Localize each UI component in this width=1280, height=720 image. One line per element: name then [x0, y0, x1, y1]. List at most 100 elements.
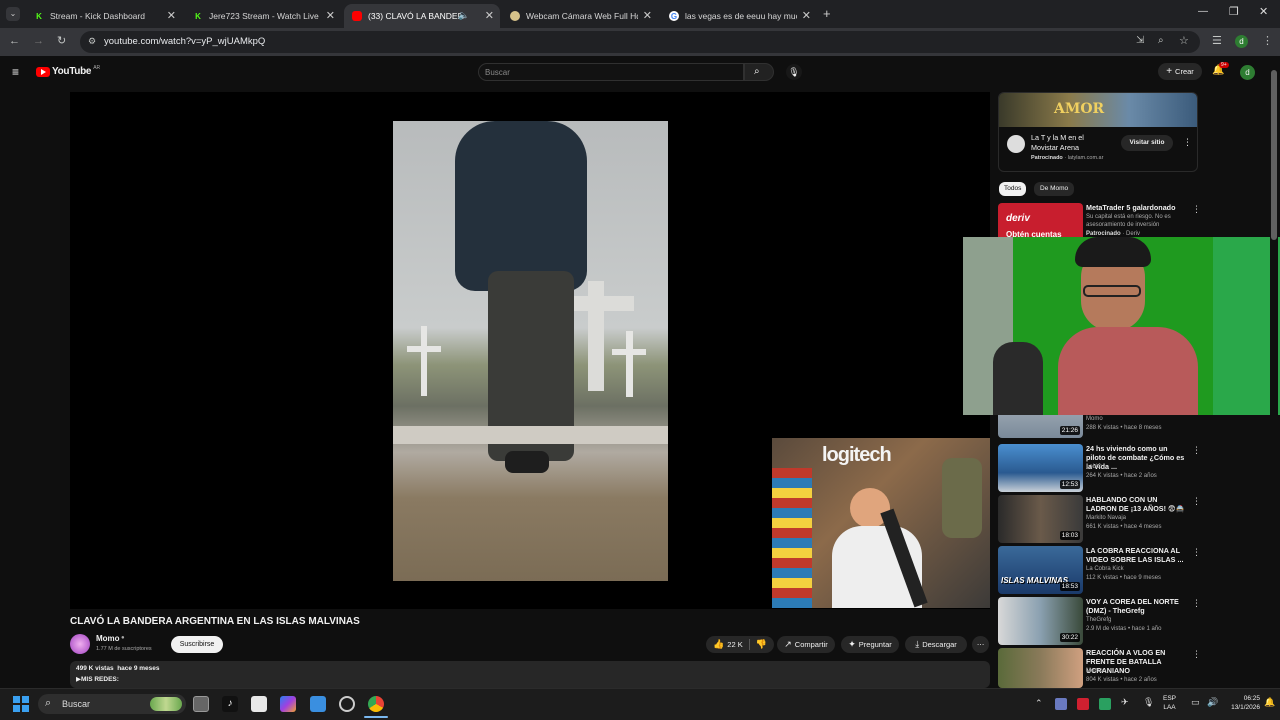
- youtube-icon: [352, 11, 362, 21]
- zoom-icon[interactable]: ⌕: [1158, 35, 1164, 46]
- bookmark-star-icon[interactable]: ☆: [1179, 34, 1189, 47]
- taskbar-search[interactable]: ⌕ Buscar: [38, 694, 186, 714]
- url-text[interactable]: youtube.com/watch?v=yP_wjUAMkpQ: [104, 36, 265, 47]
- more-actions-icon[interactable]: ⋮: [1192, 649, 1201, 660]
- thumbs-up-icon[interactable]: 👍: [713, 639, 724, 650]
- tray-app-icon[interactable]: [1099, 698, 1111, 710]
- video-list-item[interactable]: 18:03 HABLANDO CON UN LADRON DE ¡13 AÑOS…: [998, 495, 1201, 543]
- browser-tab-strip: ⌄ K Stream - Kick Dashboard ✕ K Jere723 …: [0, 0, 1280, 28]
- search-button[interactable]: ⌕: [744, 63, 774, 81]
- tiktok-icon[interactable]: ♪: [222, 696, 238, 712]
- channel-name-main[interactable]: Momo: [96, 634, 120, 643]
- reading-list-icon[interactable]: ☰: [1212, 34, 1222, 47]
- window-close-icon[interactable]: ✕: [1259, 5, 1268, 18]
- maximize-icon[interactable]: ❐: [1229, 5, 1239, 18]
- speaker-icon[interactable]: 🔈: [458, 10, 469, 21]
- site-info-icon[interactable]: ⚙: [88, 36, 96, 47]
- file-icon[interactable]: [251, 696, 267, 712]
- close-icon[interactable]: ✕: [326, 9, 335, 22]
- network-icon[interactable]: ✈: [1121, 697, 1129, 708]
- scrollbar-thumb[interactable]: [1271, 70, 1277, 240]
- close-icon[interactable]: ✕: [802, 9, 811, 22]
- share-button[interactable]: ↗ Compartir: [777, 636, 835, 653]
- forward-icon[interactable]: →: [33, 35, 44, 47]
- tab-webcam[interactable]: Webcam Cámara Web Full Hd 1 ✕: [502, 4, 658, 28]
- duration-badge: 21:26: [1059, 426, 1080, 435]
- more-actions-icon[interactable]: ⋮: [1192, 445, 1201, 456]
- store-icon[interactable]: [310, 696, 326, 712]
- clock[interactable]: 06:25 13/1/2026: [1226, 694, 1260, 712]
- address-bar[interactable]: ⚙ youtube.com/watch?v=yP_wjUAMkpQ ⇲ ⌕ ☆: [80, 31, 1200, 53]
- profile-avatar[interactable]: d: [1235, 35, 1248, 48]
- description-box[interactable]: 499 K vistas hace 9 meses ▶MIS REDES:: [70, 661, 990, 688]
- keyboard-language[interactable]: ESP LAA: [1163, 694, 1176, 712]
- tray-app-icon[interactable]: [1055, 698, 1067, 710]
- channel-avatar[interactable]: [70, 634, 90, 654]
- tab-label: las vegas es de eeuu hay much: [685, 11, 797, 21]
- like-count[interactable]: 22 K: [727, 640, 742, 649]
- create-button[interactable]: + Crear: [1158, 63, 1202, 80]
- minimize-icon[interactable]: —: [1198, 6, 1208, 17]
- youtube-logo[interactable]: YouTube AR: [36, 65, 100, 77]
- close-icon[interactable]: ✕: [485, 9, 494, 22]
- chrome-icon[interactable]: [368, 696, 384, 712]
- ad-more-icon[interactable]: ⋮: [1183, 137, 1192, 148]
- notification-bell-icon[interactable]: 🔔: [1264, 697, 1275, 708]
- close-icon[interactable]: ✕: [643, 9, 652, 22]
- voice-search-button[interactable]: 🎙: [786, 64, 802, 80]
- monitor-icon[interactable]: ▭: [1191, 697, 1200, 708]
- google-icon: G: [669, 11, 679, 21]
- tab-kick-dashboard[interactable]: K Stream - Kick Dashboard ✕: [26, 4, 182, 28]
- more-actions-button[interactable]: ⋯: [972, 636, 989, 653]
- close-icon[interactable]: ✕: [167, 9, 176, 22]
- search-input[interactable]: Buscar: [478, 63, 744, 81]
- tab-google-search[interactable]: G las vegas es de eeuu hay much ✕: [661, 4, 817, 28]
- video-list-item[interactable]: ISLAS MALVINAS 18:53 LA COBRA REACCIONA …: [998, 546, 1201, 594]
- download-button[interactable]: ⤓ Descargar: [905, 636, 967, 653]
- menu-kebab-icon[interactable]: ⋮: [1262, 34, 1273, 47]
- tab-label: Webcam Cámara Web Full Hd 1: [526, 11, 638, 21]
- browser-toolbar: ← → ↻ ⚙ youtube.com/watch?v=yP_wjUAMkpQ …: [0, 28, 1280, 56]
- video-frame[interactable]: [393, 121, 668, 581]
- chip-from-channel[interactable]: De Momo: [1034, 182, 1075, 196]
- video-list-item[interactable]: REACCIÓN A VLOG EN FRENTE DE BATALLA UCR…: [998, 648, 1201, 688]
- new-tab-icon[interactable]: +: [823, 6, 831, 21]
- download-icon: ⤓: [915, 639, 920, 649]
- video-list-item[interactable]: 12:53 24 hs viviendo como un piloto de c…: [998, 444, 1201, 492]
- tray-app-icon[interactable]: [1077, 698, 1089, 710]
- microphone-icon[interactable]: 🎙: [1143, 697, 1154, 708]
- page-scrollbar[interactable]: [1270, 60, 1278, 688]
- subscribe-button[interactable]: Suscribirse: [171, 636, 223, 653]
- tab-kick-stream[interactable]: K Jere723 Stream - Watch Live on ✕: [185, 4, 341, 28]
- more-actions-icon[interactable]: ⋮: [1192, 547, 1201, 558]
- video-title: VOY A COREA DEL NORTE (DMZ) - TheGrefg: [1086, 597, 1179, 615]
- task-view-icon[interactable]: [193, 696, 209, 712]
- chip-all[interactable]: Todos: [999, 182, 1027, 196]
- reload-icon[interactable]: ↻: [57, 34, 66, 47]
- person-jacket: [455, 121, 587, 291]
- tab-search-icon[interactable]: ⌄: [6, 7, 20, 21]
- back-icon[interactable]: ←: [9, 35, 20, 47]
- ad-card[interactable]: AMOR La T y la M en el Movistar Arena Pa…: [998, 92, 1198, 172]
- visit-site-button[interactable]: Visitar sitio: [1121, 135, 1173, 151]
- volume-icon[interactable]: 🔊: [1207, 697, 1218, 708]
- duration-badge: 18:03: [1059, 531, 1080, 540]
- video-meta: 2.9 M de vistas • hace 1 año: [1086, 626, 1162, 632]
- windows-start-icon[interactable]: [13, 696, 29, 712]
- hamburger-menu-icon[interactable]: ≡: [12, 65, 19, 79]
- video-title-main: CLAVÓ LA BANDERA ARGENTINA EN LAS ISLAS …: [70, 616, 360, 627]
- install-app-icon[interactable]: ⇲: [1136, 35, 1144, 46]
- copilot-icon[interactable]: [280, 696, 296, 712]
- video-list-item[interactable]: 30:22 VOY A COREA DEL NORTE (DMZ) - TheG…: [998, 597, 1201, 645]
- more-actions-icon[interactable]: ⋮: [1192, 598, 1201, 609]
- more-actions-icon[interactable]: ⋮: [1192, 204, 1201, 215]
- tray-chevron-icon[interactable]: ⌃: [1035, 698, 1043, 709]
- more-actions-icon[interactable]: ⋮: [1192, 496, 1201, 507]
- account-avatar[interactable]: d: [1240, 65, 1255, 80]
- logitech-sign: logitech: [822, 444, 892, 466]
- thumbs-down-icon[interactable]: 👎: [756, 639, 767, 650]
- tab-youtube-video[interactable]: (33) CLAVÓ LA BANDERA A 🔈 ✕: [344, 4, 500, 28]
- video-title: HABLANDO CON UN LADRON DE ¡13 AÑOS! 😨🚔: [1086, 495, 1185, 513]
- ask-button[interactable]: ✦ Preguntar: [841, 636, 899, 653]
- obs-icon[interactable]: [339, 696, 355, 712]
